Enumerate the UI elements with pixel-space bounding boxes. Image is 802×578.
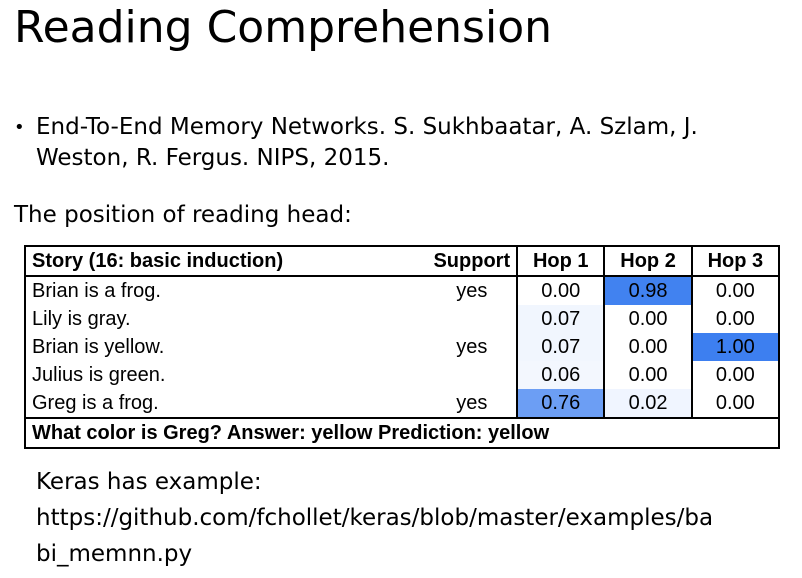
table-header: Story (16: basic induction) Support Hop … <box>23 245 781 277</box>
hop-2-weight: 0.98 <box>603 276 692 305</box>
bullet-dot-icon: • <box>14 117 25 138</box>
question-answer-line: What color is Greg? Answer: yellow Predi… <box>24 417 780 449</box>
hop-2-weight: 0.00 <box>603 305 692 333</box>
hop-1-weight: 0.07 <box>516 333 605 361</box>
table-row: Brian is a frog. yes 0.00 0.98 0.00 <box>23 276 781 305</box>
table-row: Lily is gray. 0.07 0.00 0.00 <box>23 305 781 333</box>
story-sentence: Greg is a frog. <box>23 389 428 418</box>
table-footer: What color is Greg? Answer: yellow Predi… <box>24 417 780 449</box>
hop-2-weight: 0.02 <box>603 389 692 418</box>
hop-3-weight: 0.00 <box>690 361 781 389</box>
table-row: Greg is a frog. yes 0.76 0.02 0.00 <box>23 389 781 418</box>
keras-url-line-1[interactable]: https://github.com/fchollet/keras/blob/m… <box>36 500 786 536</box>
hop-3-weight: 0.00 <box>690 276 781 305</box>
header-support: Support <box>427 245 518 277</box>
keras-note: Keras has example: https://github.com/fc… <box>36 464 786 572</box>
hop-3-weight: 0.00 <box>690 389 781 418</box>
reading-head-heading: The position of reading head: <box>14 202 352 228</box>
support-flag <box>427 305 517 333</box>
support-flag: yes <box>456 392 488 414</box>
header-hop-2: Hop 2 <box>603 245 692 277</box>
hop-3-weight: 0.00 <box>690 305 781 333</box>
bullet-item: • End-To-End Memory Networks. S. Sukhbaa… <box>14 112 784 174</box>
hop-3-weight: 1.00 <box>690 333 781 361</box>
header-hop-1: Hop 1 <box>516 245 605 277</box>
keras-url-line-2[interactable]: bi_memnn.py <box>36 536 786 572</box>
slide-title: Reading Comprehension <box>14 2 553 53</box>
attention-table: Story (16: basic induction) Support Hop … <box>23 245 781 449</box>
story-sentence: Julius is green. <box>23 361 428 389</box>
header-hop-3: Hop 3 <box>690 245 781 277</box>
table-row: Brian is yellow. yes 0.07 0.00 1.00 <box>23 333 781 361</box>
hop-1-weight: 0.06 <box>516 361 605 389</box>
story-sentence: Brian is a frog. <box>23 276 428 305</box>
table-body: Brian is a frog. yes 0.00 0.98 0.00 Lily is g… <box>23 276 781 418</box>
hop-2-weight: 0.00 <box>603 333 692 361</box>
bullet-citation: End-To-End Memory Networks. S. Sukhbaata… <box>36 114 698 171</box>
support-flag: yes <box>456 280 488 302</box>
table-row: Julius is green. 0.06 0.00 0.00 <box>23 361 781 389</box>
hop-1-weight: 0.00 <box>516 276 605 305</box>
hop-1-weight: 0.07 <box>516 305 605 333</box>
keras-line-1: Keras has example: <box>36 469 262 495</box>
story-sentence: Brian is yellow. <box>23 333 428 361</box>
hop-2-weight: 0.00 <box>603 361 692 389</box>
header-story: Story (16: basic induction) <box>23 245 428 277</box>
support-flag <box>427 361 517 389</box>
hop-1-weight: 0.76 <box>516 389 605 418</box>
story-sentence: Lily is gray. <box>23 305 428 333</box>
table-footer-row: What color is Greg? Answer: yellow Predi… <box>24 417 780 449</box>
table-header-row: Story (16: basic induction) Support Hop … <box>23 245 781 277</box>
support-flag: yes <box>456 336 488 358</box>
